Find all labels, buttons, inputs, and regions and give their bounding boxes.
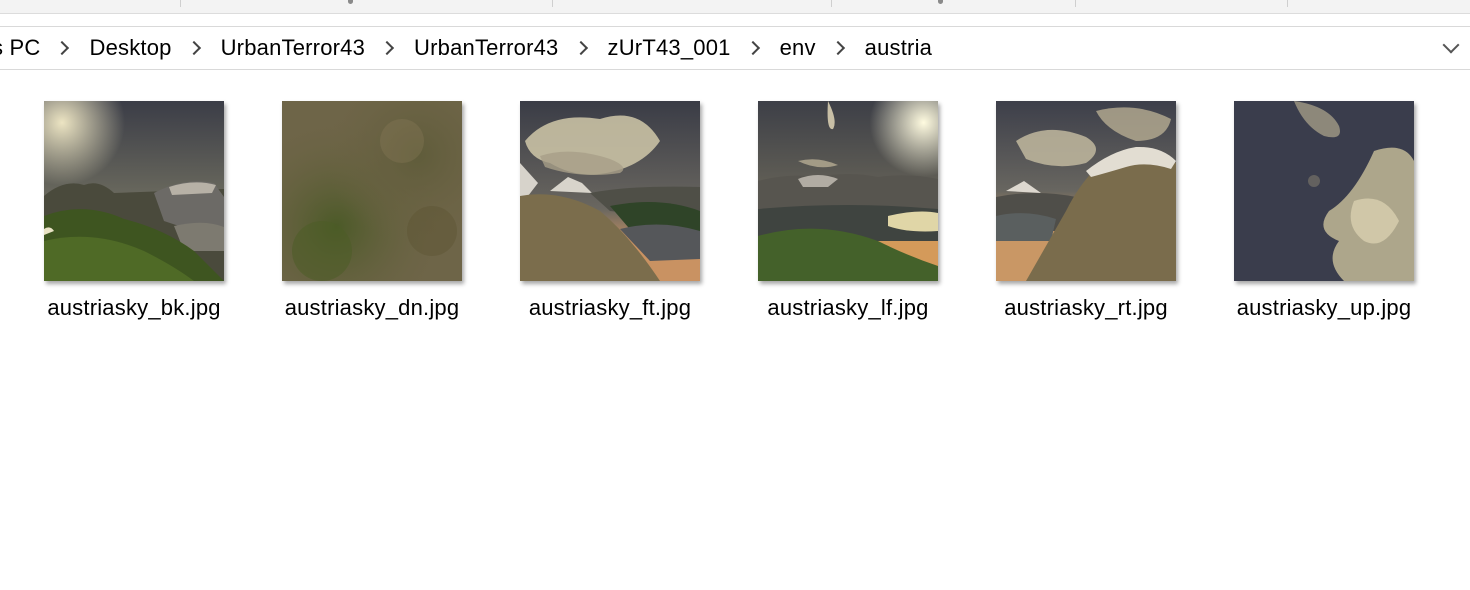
toolbar-glyph — [938, 0, 943, 4]
sky-front-icon — [520, 101, 700, 281]
file-name: austriasky_lf.jpg — [767, 295, 929, 320]
file-item[interactable]: austriasky_up.jpg — [1219, 101, 1429, 321]
sky-right-icon — [996, 101, 1176, 281]
chevron-right-icon[interactable] — [186, 40, 201, 56]
sky-back-icon — [44, 101, 224, 281]
file-item[interactable]: austriasky_lf.jpg — [743, 101, 953, 321]
file-item[interactable]: austriasky_rt.jpg — [981, 101, 1191, 321]
chevron-right-icon[interactable] — [830, 40, 845, 56]
sky-left-icon — [758, 101, 938, 281]
breadcrumb-this-pc[interactable]: s PC — [0, 35, 45, 61]
chevron-right-icon[interactable] — [55, 40, 70, 56]
chevron-down-icon — [1442, 36, 1460, 54]
file-item[interactable]: austriasky_bk.jpg — [29, 101, 239, 321]
file-name: austriasky_rt.jpg — [1004, 295, 1168, 320]
file-item[interactable]: austriasky_dn.jpg — [267, 101, 477, 321]
breadcrumb-desktop[interactable]: Desktop — [84, 35, 176, 61]
address-bar[interactable]: s PC Desktop UrbanTerror43 UrbanTerror43… — [0, 26, 1470, 70]
grass-ground-icon — [282, 101, 462, 281]
chevron-right-icon[interactable] — [573, 40, 588, 56]
toolbar-separator — [1075, 0, 1076, 7]
breadcrumb-austria[interactable]: austria — [860, 35, 937, 61]
file-name: austriasky_up.jpg — [1236, 295, 1412, 320]
file-name: austriasky_ft.jpg — [528, 295, 692, 320]
address-history-dropdown[interactable] — [1440, 36, 1462, 59]
toolbar-separator — [1287, 0, 1288, 7]
sky-up-icon — [1234, 101, 1414, 281]
file-list: austriasky_bk.jpg austriasky_dn.jpg aust… — [0, 69, 1470, 590]
toolbar-separator — [831, 0, 832, 7]
breadcrumb-urbanterror43[interactable]: UrbanTerror43 — [216, 35, 370, 61]
file-name: austriasky_dn.jpg — [284, 295, 460, 320]
toolbar-separator — [180, 0, 181, 7]
breadcrumb-urbanterror43-sub[interactable]: UrbanTerror43 — [409, 35, 563, 61]
breadcrumb-env[interactable]: env — [775, 35, 821, 61]
file-name: austriasky_bk.jpg — [47, 295, 221, 320]
breadcrumb: s PC Desktop UrbanTerror43 UrbanTerror43… — [0, 27, 937, 69]
breadcrumb-zurt43-001[interactable]: zUrT43_001 — [603, 35, 736, 61]
toolbar-separator — [552, 0, 553, 7]
chevron-right-icon[interactable] — [379, 40, 395, 56]
file-item[interactable]: austriasky_ft.jpg — [505, 101, 715, 321]
chevron-right-icon[interactable] — [745, 40, 760, 56]
toolbar-glyph — [348, 0, 353, 4]
ribbon-toolbar — [0, 0, 1470, 14]
